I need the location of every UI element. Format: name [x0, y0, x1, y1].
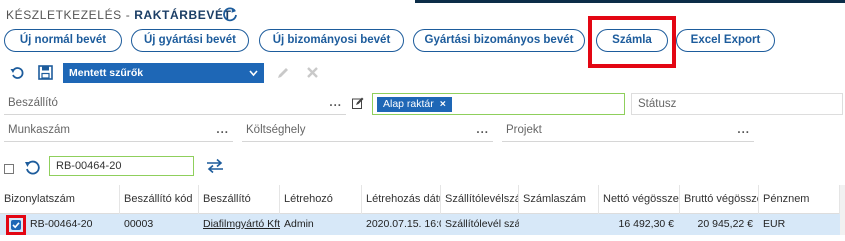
- supplier-lookup-dots[interactable]: ...: [329, 93, 342, 113]
- refresh-list-icon[interactable]: [24, 159, 40, 175]
- select-all-checkbox[interactable]: [4, 164, 14, 174]
- cell-supplier-link[interactable]: Diafilmgyártó Kft: [199, 214, 280, 235]
- project-lookup-dots[interactable]: ...: [737, 120, 750, 140]
- column-header[interactable]: Szállítólevélszám: [441, 185, 519, 214]
- column-header[interactable]: Számlaszám: [519, 185, 599, 214]
- edit-filter-icon[interactable]: [276, 66, 290, 80]
- column-header[interactable]: Nettó végösszeg: [599, 185, 680, 214]
- new-production-receipt-button[interactable]: Új gyártási bevét: [131, 29, 249, 52]
- excel-export-button[interactable]: Excel Export: [676, 29, 775, 52]
- top-accent-line: [0, 0, 845, 3]
- production-consignment-receipt-button[interactable]: Gyártási bizományos bevét: [413, 29, 585, 52]
- column-header[interactable]: Bruttó végösszeg: [680, 185, 759, 214]
- remove-tag-icon[interactable]: ×: [440, 98, 446, 110]
- cell-created: 2020.07.15. 16:00: [366, 218, 441, 230]
- edit-icon[interactable]: [352, 97, 364, 109]
- warehouse-tag: Alap raktár ×: [377, 97, 452, 112]
- cell-net: 16 492,30 €: [618, 218, 674, 230]
- save-icon[interactable]: [38, 65, 53, 80]
- grid-header: Bizonylatszám Beszállító kód Beszállító …: [0, 185, 845, 214]
- cell-creator: Admin: [284, 218, 314, 230]
- new-normal-receipt-button[interactable]: Új normál bevét: [4, 29, 122, 52]
- reset-filter-icon[interactable]: [10, 66, 24, 80]
- horizontal-scroll-edge[interactable]: [840, 185, 845, 235]
- breadcrumb: KÉSZLETKEZELÉS -: [6, 8, 131, 22]
- refresh-icon[interactable]: [222, 6, 238, 22]
- cost-center-lookup-dots[interactable]: ...: [476, 120, 489, 140]
- swap-arrows-icon[interactable]: [206, 158, 224, 174]
- job-number-lookup-dots[interactable]: ...: [216, 120, 229, 140]
- cell-delivery-note: Szállítólevél szám: [445, 218, 519, 230]
- chevron-down-icon: [249, 70, 258, 77]
- column-header[interactable]: Bizonylatszám: [0, 185, 120, 214]
- cell-currency: EUR: [763, 218, 786, 230]
- new-consignment-receipt-button[interactable]: Új bizományosi bevét: [259, 29, 404, 52]
- status-filter[interactable]: Státusz: [631, 93, 843, 115]
- page-title-text: RAKTÁRBEVÉT: [134, 8, 232, 22]
- column-header[interactable]: Létrehozás dátuma: [362, 185, 441, 214]
- column-header[interactable]: Beszállító: [199, 185, 280, 214]
- cost-center-filter[interactable]: Költséghely ...: [242, 120, 493, 142]
- cell-gross: 20 945,22 €: [697, 218, 753, 230]
- supplier-filter[interactable]: Beszállító ...: [4, 93, 346, 115]
- row-checkbox[interactable]: [6, 215, 26, 235]
- job-number-filter[interactable]: Munkaszám ...: [4, 120, 233, 142]
- project-filter[interactable]: Projekt ...: [502, 120, 754, 142]
- cell-invoice: [519, 214, 599, 235]
- table-row[interactable]: RB-00464-20 00003 Diafilmgyártó Kft Admi…: [0, 214, 840, 235]
- page-title: KÉSZLETKEZELÉS - RAKTÁRBEVÉT: [6, 8, 232, 22]
- column-header[interactable]: Pénznem: [759, 185, 840, 214]
- cell-supplier-code: 00003: [124, 218, 154, 230]
- checkmark-icon: [11, 220, 21, 230]
- delete-filter-icon[interactable]: [306, 66, 319, 79]
- invoice-button-highlight: [588, 16, 676, 68]
- column-header[interactable]: Beszállító kód: [120, 185, 199, 214]
- warehouse-filter[interactable]: Alap raktár ×: [372, 93, 625, 115]
- column-header[interactable]: Létrehozó: [280, 185, 362, 214]
- saved-filters-label: Mentett szűrők: [69, 67, 144, 79]
- saved-filters-select[interactable]: Mentett szűrők: [63, 63, 264, 83]
- cell-number: RB-00464-20: [30, 218, 93, 230]
- document-search-input[interactable]: RB-00464-20: [49, 156, 194, 176]
